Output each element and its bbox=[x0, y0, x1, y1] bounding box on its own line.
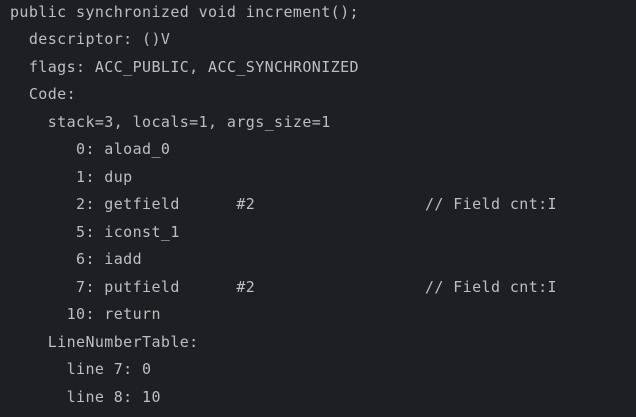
instruction-line: 7: putfield #2 // Field cnt:I bbox=[10, 278, 557, 296]
instruction-line: 6: iadd bbox=[10, 250, 143, 268]
instruction-line: 5: iconst_1 bbox=[10, 223, 180, 241]
line-number-entry: line 7: 0 bbox=[10, 360, 152, 378]
bytecode-text-view[interactable]: public synchronized void increment(); de… bbox=[0, 0, 636, 417]
stack-info-line: stack=3, locals=1, args_size=1 bbox=[10, 113, 331, 131]
instruction-line: 10: return bbox=[10, 305, 161, 323]
code-label-line: Code: bbox=[10, 85, 77, 103]
line-number-table-label: LineNumberTable: bbox=[10, 333, 199, 351]
descriptor-line: descriptor: ()V bbox=[10, 30, 171, 48]
instruction-line: 0: aload_0 bbox=[10, 140, 171, 158]
instruction-line: 1: dup bbox=[10, 168, 133, 186]
line-number-entry: line 8: 10 bbox=[10, 388, 161, 406]
flags-line: flags: ACC_PUBLIC, ACC_SYNCHRONIZED bbox=[10, 58, 359, 76]
method-signature-line: public synchronized void increment(); bbox=[10, 3, 359, 21]
instruction-line: 2: getfield #2 // Field cnt:I bbox=[10, 195, 557, 213]
